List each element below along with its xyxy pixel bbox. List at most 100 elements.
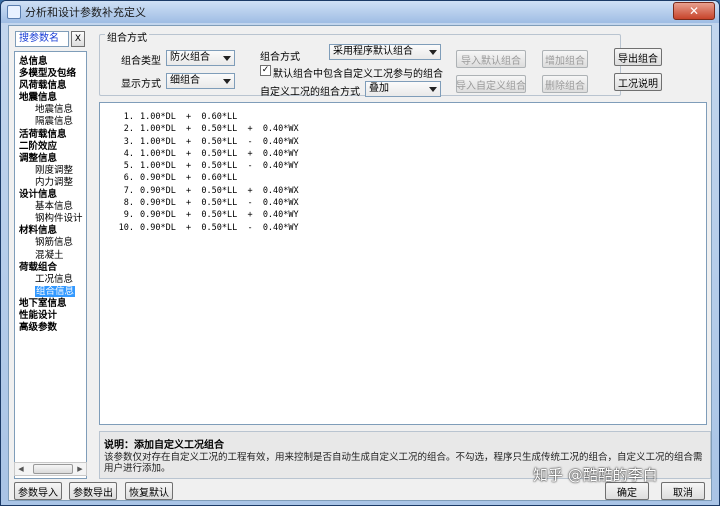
- combo-method-label: 组合方式: [260, 52, 300, 63]
- combination-number: 10.: [118, 222, 134, 233]
- tree-category[interactable]: 荷载组合: [15, 262, 86, 274]
- tree-item[interactable]: 工况信息: [15, 274, 86, 286]
- tree-item[interactable]: 钢筋信息: [15, 237, 86, 249]
- tree-category[interactable]: 多模型及包络: [15, 68, 86, 80]
- dialog-window: 分析和设计参数补充定义 ✕ 搜参数名 X 总信息 多模型及包络 风荷载信息 地震信息地…: [0, 0, 720, 506]
- combination-expression: 0.90*DL + 0.60*LL: [140, 173, 238, 184]
- scroll-right-icon[interactable]: ▶: [74, 465, 86, 473]
- chevron-down-icon: [223, 79, 231, 84]
- combination-expression: 1.00*DL + 0.50*LL + 0.40*WY: [140, 148, 299, 159]
- case-description-button[interactable]: 工况说明: [614, 73, 662, 91]
- tree-category[interactable]: 活荷载信息: [15, 129, 86, 141]
- combination-expression: 0.90*DL + 0.50*LL + 0.40*WY: [140, 210, 299, 221]
- tree-item-label: 钢筋信息: [35, 237, 74, 249]
- tree-item-label: 地震信息: [35, 104, 74, 116]
- scroll-left-icon[interactable]: ◀: [15, 465, 27, 473]
- params-import-button[interactable]: 参数导入: [14, 482, 62, 500]
- combination-row[interactable]: 9. 0.90*DL + 0.50*LL + 0.40*WY: [106, 209, 706, 221]
- clear-search-button[interactable]: X: [71, 31, 85, 47]
- combination-row[interactable]: 3. 1.00*DL + 0.50*LL - 0.40*WX: [106, 136, 706, 148]
- display-mode-select[interactable]: 细组合: [166, 73, 235, 89]
- export-combo-button[interactable]: 导出组合: [614, 48, 662, 66]
- tree-category[interactable]: 设计信息: [15, 189, 86, 201]
- combination-row[interactable]: 10. 0.90*DL + 0.50*LL - 0.40*WY: [106, 222, 706, 234]
- tree-item-label: 基本信息: [35, 201, 74, 213]
- tree-item-label: 活荷载信息: [19, 128, 67, 140]
- app-icon: [7, 5, 21, 19]
- custom-method-label: 自定义工况的组合方式: [260, 87, 360, 98]
- combination-number: 3.: [123, 136, 134, 147]
- watermark-text: 知乎 @酷酷的李白: [533, 466, 658, 484]
- custom-method-select[interactable]: 叠加: [365, 81, 441, 97]
- combination-row[interactable]: 7. 0.90*DL + 0.50*LL + 0.40*WX: [106, 185, 706, 197]
- combo-type-select[interactable]: 防火组合: [166, 50, 235, 66]
- tree-category[interactable]: 二阶效应: [15, 141, 86, 153]
- combination-expression: 1.00*DL + 0.50*LL - 0.40*WY: [140, 161, 299, 172]
- chevron-down-icon: [429, 87, 437, 92]
- tree-item[interactable]: 隔震信息: [15, 116, 86, 128]
- tree-item[interactable]: 钢构件设计: [15, 213, 86, 225]
- combination-row[interactable]: 6. 0.90*DL + 0.60*LL: [106, 172, 706, 184]
- combination-expression: 0.90*DL + 0.50*LL + 0.40*WX: [140, 185, 299, 196]
- combination-number: 7.: [123, 185, 134, 196]
- tree-item-label: 性能设计: [19, 309, 58, 321]
- default-include-checkbox[interactable]: ✓: [260, 65, 271, 76]
- tree-item-label: 组合信息: [35, 285, 76, 297]
- tree-item-label: 钢构件设计: [35, 213, 83, 225]
- scroll-thumb[interactable]: [33, 464, 73, 474]
- tree-item[interactable]: 地震信息: [15, 104, 86, 116]
- close-icon: ✕: [688, 4, 700, 18]
- default-include-label: 默认组合中包含自定义工况参与的组合: [273, 69, 443, 80]
- tree-category[interactable]: 调整信息: [15, 153, 86, 165]
- combo-type-value: 防火组合: [170, 52, 210, 63]
- search-input[interactable]: 搜参数名: [15, 31, 69, 47]
- tree-item-label: 材料信息: [19, 225, 58, 237]
- add-combo-button[interactable]: 增加组合: [542, 50, 588, 68]
- custom-method-value: 叠加: [369, 83, 389, 94]
- combination-expression: 0.90*DL + 0.50*LL - 0.40*WY: [140, 222, 299, 233]
- combination-row[interactable]: 1. 1.00*DL + 0.60*LL: [106, 111, 706, 123]
- combination-number: 4.: [123, 148, 134, 159]
- params-export-button[interactable]: 参数导出: [69, 482, 117, 500]
- tree-item[interactable]: 组合信息: [15, 285, 86, 298]
- chevron-down-icon: [429, 50, 437, 55]
- tree-category[interactable]: 地震信息: [15, 92, 86, 104]
- tree-item[interactable]: 基本信息: [15, 201, 86, 213]
- import-default-button[interactable]: 导入默认组合: [456, 50, 526, 68]
- tree-category[interactable]: 高级参数: [15, 322, 86, 334]
- chevron-down-icon: [223, 56, 231, 61]
- combination-number: 6.: [123, 173, 134, 184]
- import-custom-button[interactable]: 导入自定义组合: [456, 75, 526, 93]
- combination-expression: 1.00*DL + 0.50*LL + 0.40*WX: [140, 124, 299, 135]
- combination-expression: 1.00*DL + 0.60*LL: [140, 112, 238, 122]
- tree-category[interactable]: 地下室信息: [15, 298, 86, 310]
- combination-expression: 0.90*DL + 0.50*LL - 0.40*WX: [140, 198, 299, 209]
- combination-row[interactable]: 4. 1.00*DL + 0.50*LL + 0.40*WY: [106, 148, 706, 160]
- combo-method-value: 采用程序默认组合: [333, 46, 413, 57]
- tree-horizontal-scrollbar[interactable]: ◀ ▶: [14, 462, 87, 476]
- tree-item[interactable]: 内力调整: [15, 177, 86, 189]
- combination-row[interactable]: 8. 0.90*DL + 0.50*LL - 0.40*WX: [106, 197, 706, 209]
- combination-number: 9.: [123, 210, 134, 221]
- combo-method-select[interactable]: 采用程序默认组合: [329, 44, 441, 60]
- tree-category[interactable]: 总信息: [15, 56, 86, 68]
- tree-item-label: 内力调整: [35, 176, 74, 188]
- tree-category[interactable]: 风荷载信息: [15, 80, 86, 92]
- combination-number: 2.: [123, 124, 134, 135]
- combination-row[interactable]: 5. 1.00*DL + 0.50*LL - 0.40*WY: [106, 160, 706, 172]
- combination-number: 8.: [123, 198, 134, 209]
- close-button[interactable]: ✕: [673, 2, 715, 20]
- delete-combo-button[interactable]: 删除组合: [542, 75, 588, 93]
- combination-list[interactable]: 1. 1.00*DL + 0.60*LL 2. 1.00*DL + 0.50*LL +…: [99, 102, 707, 425]
- title-bar[interactable]: 分析和设计参数补充定义 ✕: [1, 1, 719, 23]
- tree-category[interactable]: 材料信息: [15, 225, 86, 237]
- tree-category[interactable]: 性能设计: [15, 310, 86, 322]
- restore-default-button[interactable]: 恢复默认: [125, 482, 173, 500]
- combination-row[interactable]: 2. 1.00*DL + 0.50*LL + 0.40*WX: [106, 123, 706, 135]
- display-mode-value: 细组合: [170, 75, 200, 86]
- description-title: 说明：添加自定义工况组合: [104, 440, 224, 451]
- tree-item[interactable]: 刚度调整: [15, 165, 86, 177]
- groupbox-title: 组合方式: [105, 29, 149, 44]
- cancel-button[interactable]: 取消: [661, 482, 705, 500]
- tree-item[interactable]: 混凝土: [15, 250, 86, 262]
